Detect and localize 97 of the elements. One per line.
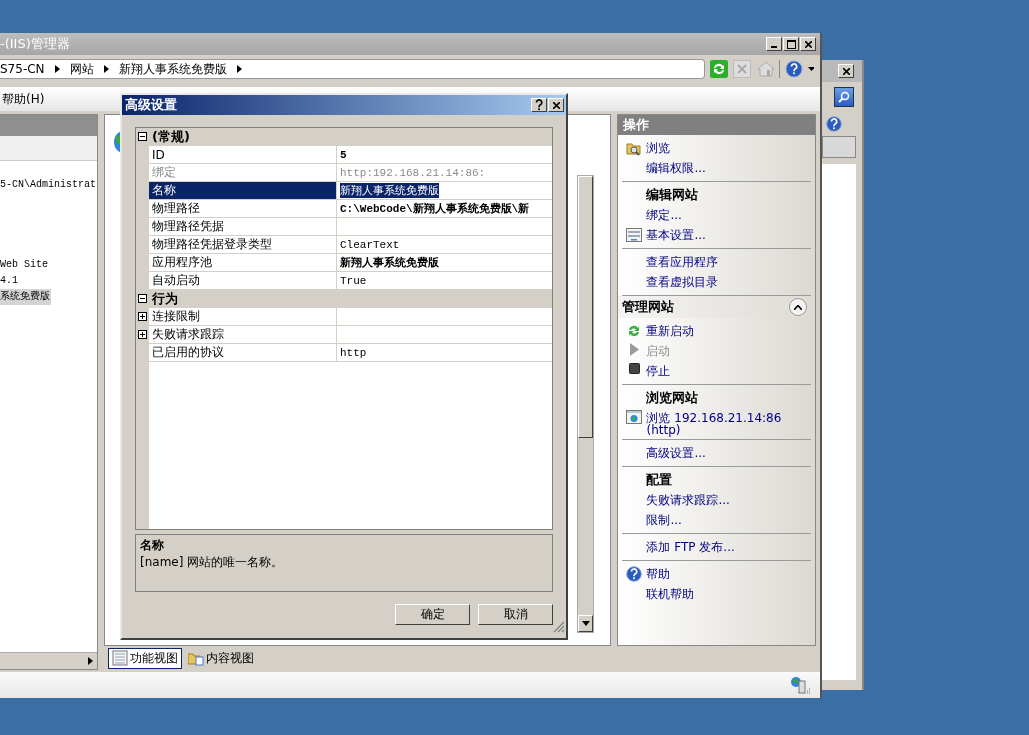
refresh-button[interactable] — [709, 58, 729, 80]
property-name[interactable]: 名称 — [149, 182, 337, 199]
help-icon — [534, 99, 544, 111]
action-link[interactable]: 编辑权限... — [646, 158, 706, 178]
form-window-icon — [626, 227, 643, 243]
breadcrumb-item[interactable]: 新翔人事系统免费版 — [118, 60, 227, 78]
stop-icon — [628, 363, 640, 374]
category-name: (常规) — [151, 127, 190, 146]
close-icon — [804, 40, 812, 48]
action-link[interactable]: 停止 — [646, 361, 671, 381]
action-link[interactable]: 高级设置... — [646, 443, 706, 463]
expand-icon[interactable] — [138, 312, 147, 321]
tree-item[interactable]: Web Site — [0, 257, 49, 273]
action-link[interactable]: 查看虚拟目录 — [646, 272, 719, 292]
property-name[interactable]: 自动启动 — [149, 272, 337, 289]
property-name[interactable]: 连接限制 — [149, 308, 337, 325]
close-button[interactable] — [548, 98, 564, 112]
group-heading: 配置 — [645, 471, 674, 489]
folder-magnifier-icon — [626, 140, 643, 156]
description-text: [name] 网站的唯一名称。 — [140, 554, 284, 571]
tree-item[interactable]: 系统免费版 — [0, 289, 51, 305]
search-button[interactable] — [834, 87, 854, 107]
view-tab[interactable]: 功能视图 — [108, 647, 183, 669]
collapse-icon[interactable] — [138, 294, 147, 303]
maximize-button[interactable] — [783, 37, 799, 51]
action-link[interactable]: 重新启动 — [646, 321, 695, 341]
action-link[interactable]: 帮助 — [646, 564, 671, 584]
address-bar[interactable]: S75-CN 网站 新翔人事系统免费版 — [0, 59, 705, 79]
group-heading: 浏览网站 — [645, 389, 700, 407]
property-name[interactable]: 应用程序池 — [149, 254, 337, 271]
action-link[interactable]: 联机帮助 — [646, 584, 695, 604]
breadcrumb-item[interactable]: S75-CN — [0, 62, 45, 76]
list-window-icon — [112, 650, 129, 666]
property-value[interactable]: 新翔人事系统免费版 — [340, 183, 439, 198]
action-link[interactable]: 基本设置... — [646, 225, 706, 245]
close-icon — [733, 60, 752, 78]
collapse-button[interactable] — [789, 298, 807, 316]
dropdown-caret-icon[interactable] — [807, 67, 815, 71]
dialog-title: 高级设置 — [125, 96, 177, 114]
window-title: -(IIS)管理器 — [0, 35, 70, 53]
help-button[interactable] — [531, 98, 547, 112]
menu-item[interactable]: 帮助(H) — [0, 90, 45, 108]
help-icon — [626, 566, 643, 582]
property-value[interactable]: True — [340, 274, 367, 287]
close-button[interactable] — [838, 64, 854, 78]
action-link[interactable]: 添加 FTP 发布... — [646, 537, 735, 557]
breadcrumb-item[interactable]: 网站 — [69, 60, 94, 78]
chevron-icon — [794, 304, 802, 310]
collapse-icon[interactable] — [138, 132, 147, 141]
property-name[interactable]: ID — [149, 146, 337, 163]
help-icon — [785, 60, 804, 78]
server-globe-icon — [790, 676, 812, 694]
chevron-icon — [236, 65, 242, 73]
property-value[interactable]: http — [340, 346, 367, 359]
action-link[interactable]: 失败请求跟踪... — [646, 490, 730, 510]
tree-item[interactable]: 4.1 — [0, 273, 19, 289]
action-link[interactable]: 限制... — [646, 510, 682, 530]
down-arrow-icon[interactable] — [581, 621, 590, 626]
maximize-icon — [786, 39, 796, 49]
folder-document-icon — [188, 650, 205, 666]
property-name[interactable]: 失败请求跟踪 — [149, 326, 337, 343]
minimize-button[interactable] — [766, 37, 782, 51]
resize-grip-icon[interactable] — [553, 621, 565, 633]
action-link[interactable]: 浏览 — [646, 138, 671, 158]
close-icon — [552, 101, 560, 109]
dialog-button[interactable]: 取消 — [478, 604, 553, 625]
home-icon — [756, 60, 775, 78]
help-icon[interactable] — [826, 116, 842, 132]
expand-icon[interactable] — [138, 330, 147, 339]
play-icon — [629, 343, 640, 356]
property-value[interactable]: C:\WebCode\新翔人事系统免费版\新 — [340, 201, 530, 216]
action-link[interactable]: 绑定... — [646, 205, 682, 225]
action-link[interactable]: 查看应用程序 — [646, 252, 719, 272]
horizontal-scrollbar[interactable] — [0, 652, 98, 669]
close-button[interactable] — [800, 37, 816, 51]
action-link[interactable]: 浏览 192.168.21.14:86 (http) — [646, 408, 797, 436]
tree-item[interactable]: 5-CN\Administrat — [0, 177, 97, 193]
chevron-icon — [103, 65, 109, 73]
property-value[interactable]: ClearText — [340, 238, 400, 251]
pane-title: 操作 — [618, 115, 815, 135]
property-value[interactable]: 新翔人事系统免费版 — [340, 255, 439, 270]
property-name[interactable]: 物理路径 — [149, 200, 337, 217]
search-icon — [838, 91, 850, 103]
chevron-icon — [54, 65, 60, 73]
close-icon — [842, 67, 850, 75]
description-title: 名称 — [140, 537, 164, 554]
refresh-icon — [709, 60, 728, 78]
property-name[interactable]: 物理路径凭据 — [149, 218, 337, 235]
group-heading: 编辑网站 — [645, 186, 700, 204]
dialog-button[interactable]: 确定 — [395, 604, 470, 625]
property-name[interactable]: 物理路径凭据登录类型 — [149, 236, 337, 253]
property-name[interactable]: 已启用的协议 — [149, 344, 337, 361]
view-tab[interactable]: 内容视图 — [184, 647, 259, 669]
property-value[interactable]: 5 — [340, 148, 347, 161]
vertical-scrollbar[interactable] — [577, 175, 595, 633]
category-name: 行为 — [151, 289, 178, 308]
browser-globe-icon — [626, 410, 643, 424]
